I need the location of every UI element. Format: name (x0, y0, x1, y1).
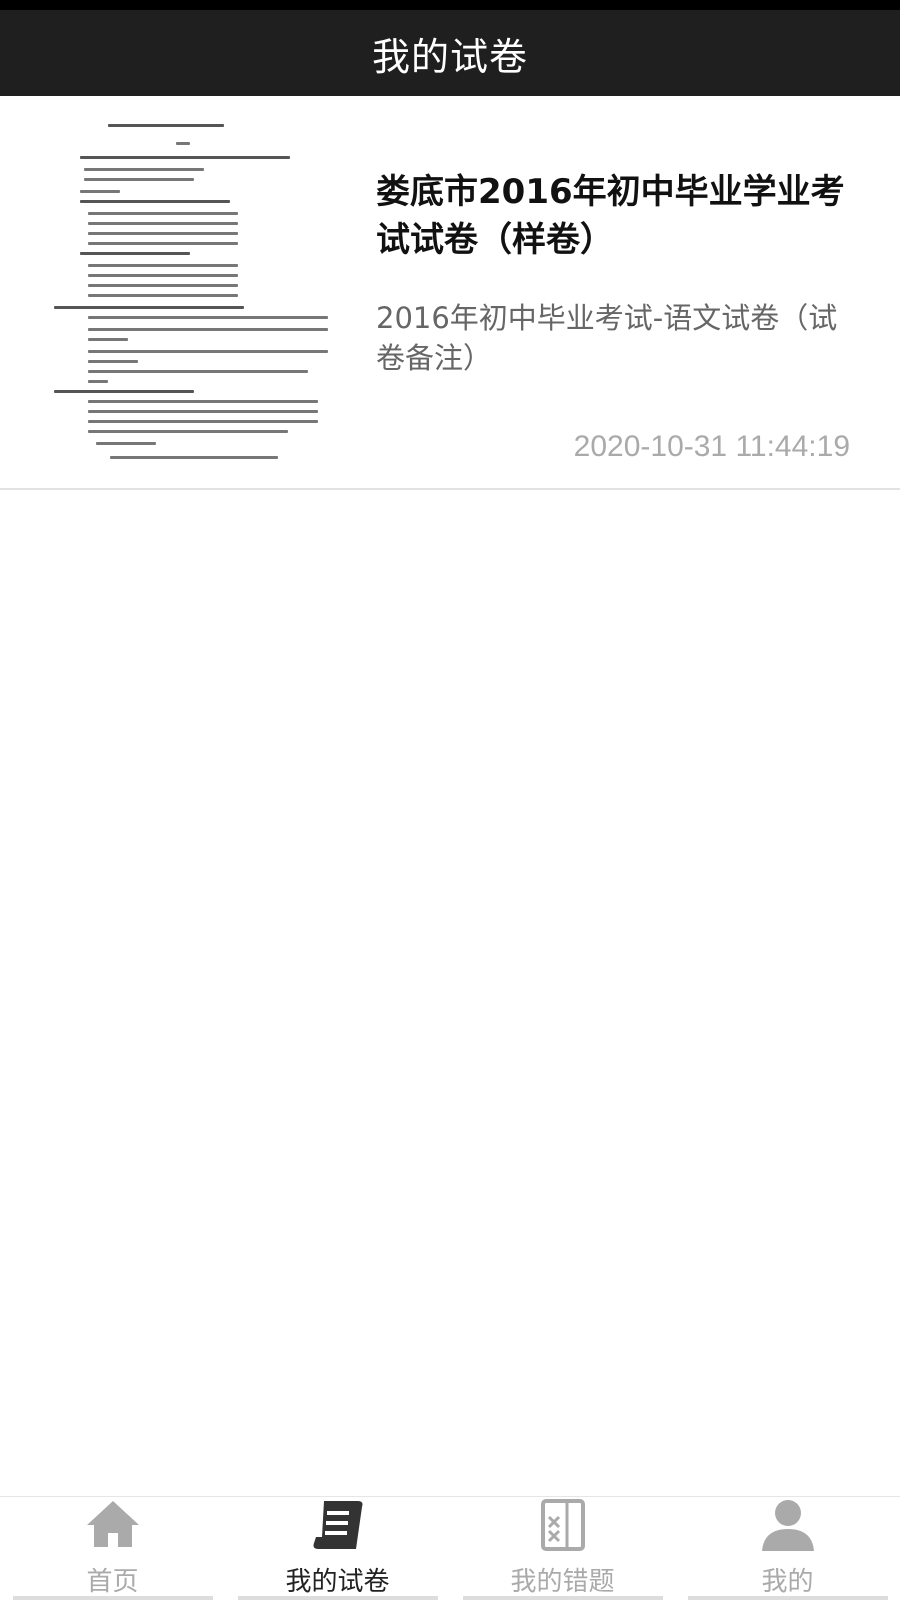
header-bar: 我的试卷 (0, 10, 900, 96)
status-bar (0, 0, 900, 10)
paper-description: 2016年初中毕业考试-语文试卷（试卷备注） (376, 301, 838, 375)
home-icon (86, 1501, 139, 1547)
tab-my-papers-label: 我的试卷 (285, 1567, 390, 1597)
user-icon (761, 1500, 814, 1551)
tab-home-label: 首页 (86, 1567, 139, 1597)
tab-wrong-questions-label: 我的错题 (510, 1567, 615, 1597)
scroll-icon (313, 1501, 362, 1549)
tab-indicator (237, 1596, 438, 1600)
paper-list-item[interactable]: 娄底市2016年初中毕业学业考试试卷（样卷） 2016年初中毕业考试-语文试卷（… (0, 96, 900, 490)
paper-list: 娄底市2016年初中毕业学业考试试卷（样卷） 2016年初中毕业考试-语文试卷（… (0, 96, 900, 1496)
tab-indicator (12, 1596, 213, 1600)
paper-title: 娄底市2016年初中毕业学业考试试卷（样卷） (376, 172, 845, 260)
tab-my-papers[interactable]: 我的试卷 (225, 1497, 450, 1600)
wrong-questions-icon (540, 1499, 585, 1551)
exam-paper-thumbnail (46, 116, 346, 466)
paper-timestamp: 2020-10-31 11:44:19 (573, 430, 850, 463)
tab-wrong-questions[interactable]: 我的错题 (450, 1497, 675, 1600)
tab-profile-label: 我的 (761, 1567, 814, 1597)
page-title: 我的试卷 (371, 34, 528, 79)
tab-indicator (687, 1596, 888, 1600)
tab-profile[interactable]: 我的 (675, 1497, 900, 1600)
bottom-tab-bar: 首页 我的试卷 我的错题 我的 (0, 1496, 900, 1600)
tab-home[interactable]: 首页 (0, 1497, 225, 1600)
tab-indicator (462, 1596, 663, 1600)
